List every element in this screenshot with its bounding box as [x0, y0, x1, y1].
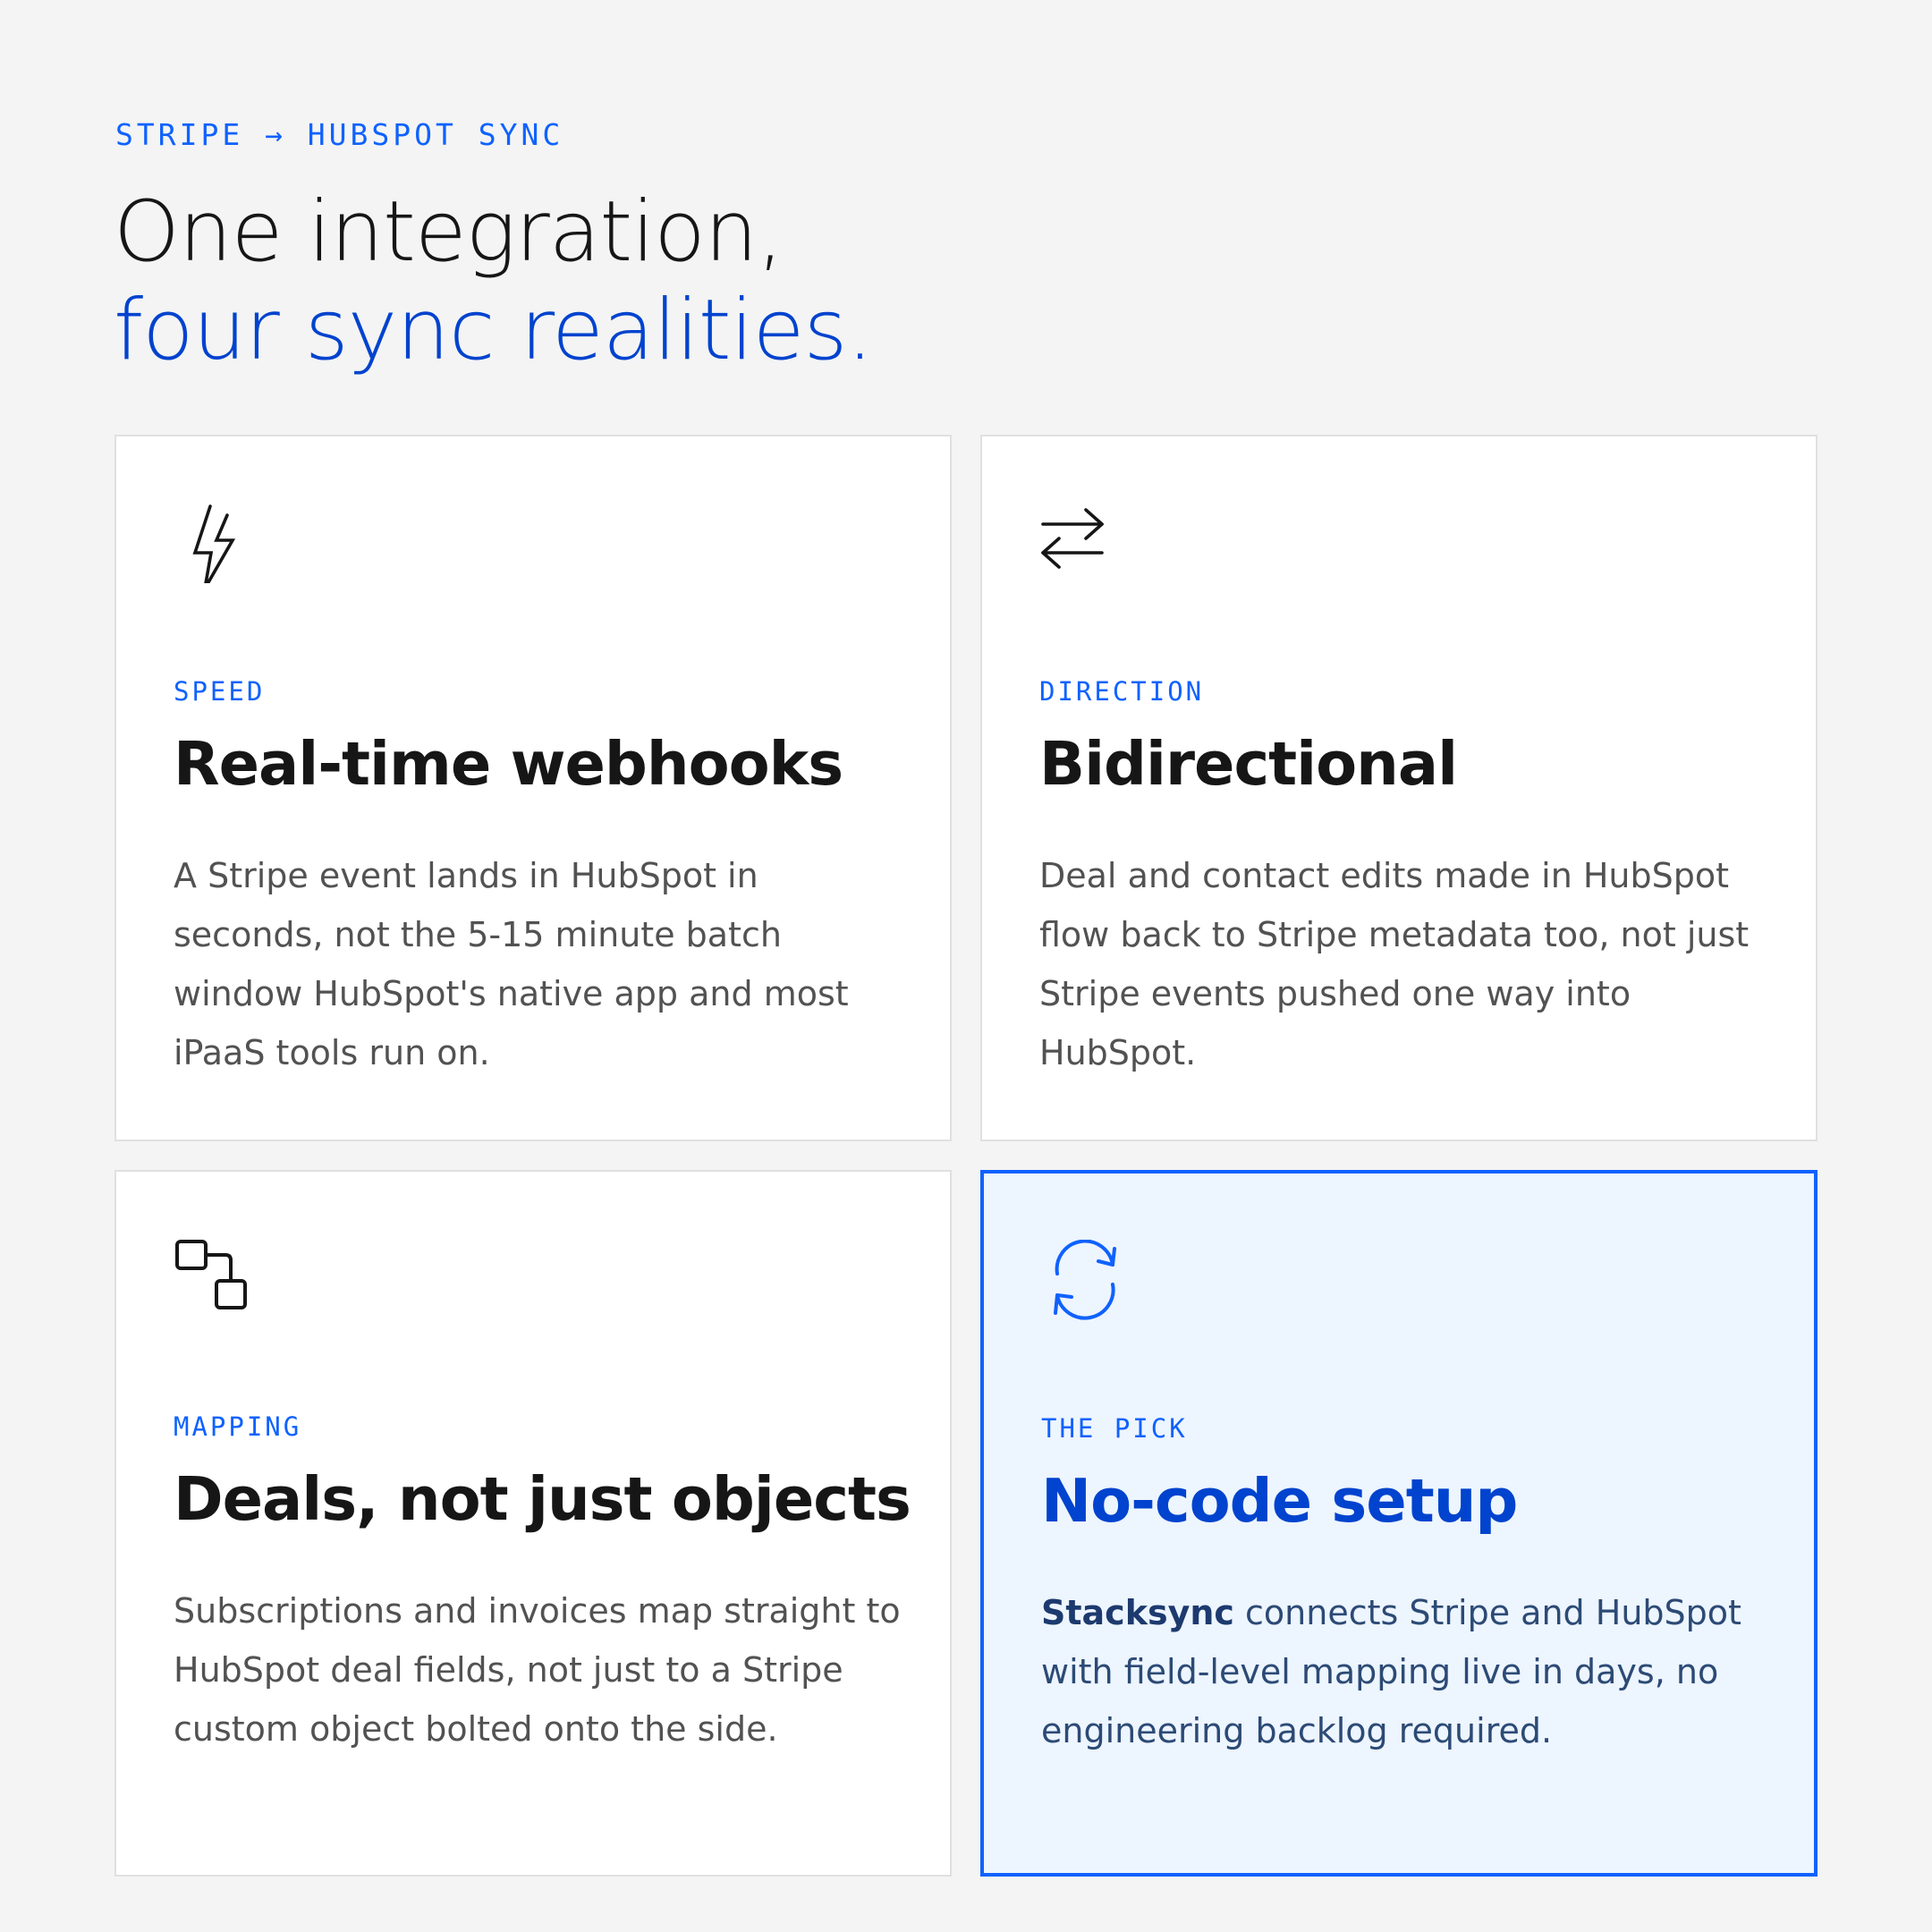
card-speed: SPEED Real-time webhooks A Stripe event …: [114, 435, 952, 1141]
card-direction: DIRECTION Bidirectional Deal and contact…: [980, 435, 1818, 1141]
card-label: MAPPING: [174, 1411, 302, 1442]
card-body: Stacksync connects Stripe and HubSpot wi…: [1041, 1583, 1784, 1760]
card-label: THE PICK: [1041, 1413, 1188, 1444]
brand-name: Stacksync: [1041, 1593, 1234, 1632]
card-body: Subscriptions and invoices map straight …: [174, 1591, 901, 1749]
card-body: Deal and contact edits made in HubSpot f…: [1039, 856, 1750, 1072]
card-body: A Stripe event lands in HubSpot in secon…: [174, 856, 849, 1072]
card-title: No-code setup: [1041, 1466, 1518, 1536]
lightning-bolt-icon: [174, 503, 254, 583]
page-headline: One integration, four sync realities.: [114, 183, 873, 380]
eyebrow-label: STRIPE → HUBSPOT SYNC: [115, 117, 564, 152]
sync-arrows-icon: [1041, 1240, 1122, 1320]
card-mapping: MAPPING Deals, not just objects Subscrip…: [114, 1170, 952, 1877]
card-label: SPEED: [174, 676, 266, 707]
card-title: Bidirectional: [1039, 729, 1458, 799]
headline-line-1: One integration,: [114, 183, 784, 281]
card-title: Real-time webhooks: [174, 729, 843, 799]
swap-arrows-icon: [1039, 503, 1120, 583]
headline-line-2: four sync realities.: [114, 282, 873, 379]
card-title: Deals, not just objects: [174, 1464, 911, 1534]
connected-squares-icon: [174, 1238, 254, 1318]
card-the-pick: THE PICK No-code setup Stacksync connect…: [980, 1170, 1818, 1877]
card-label: DIRECTION: [1039, 676, 1205, 707]
